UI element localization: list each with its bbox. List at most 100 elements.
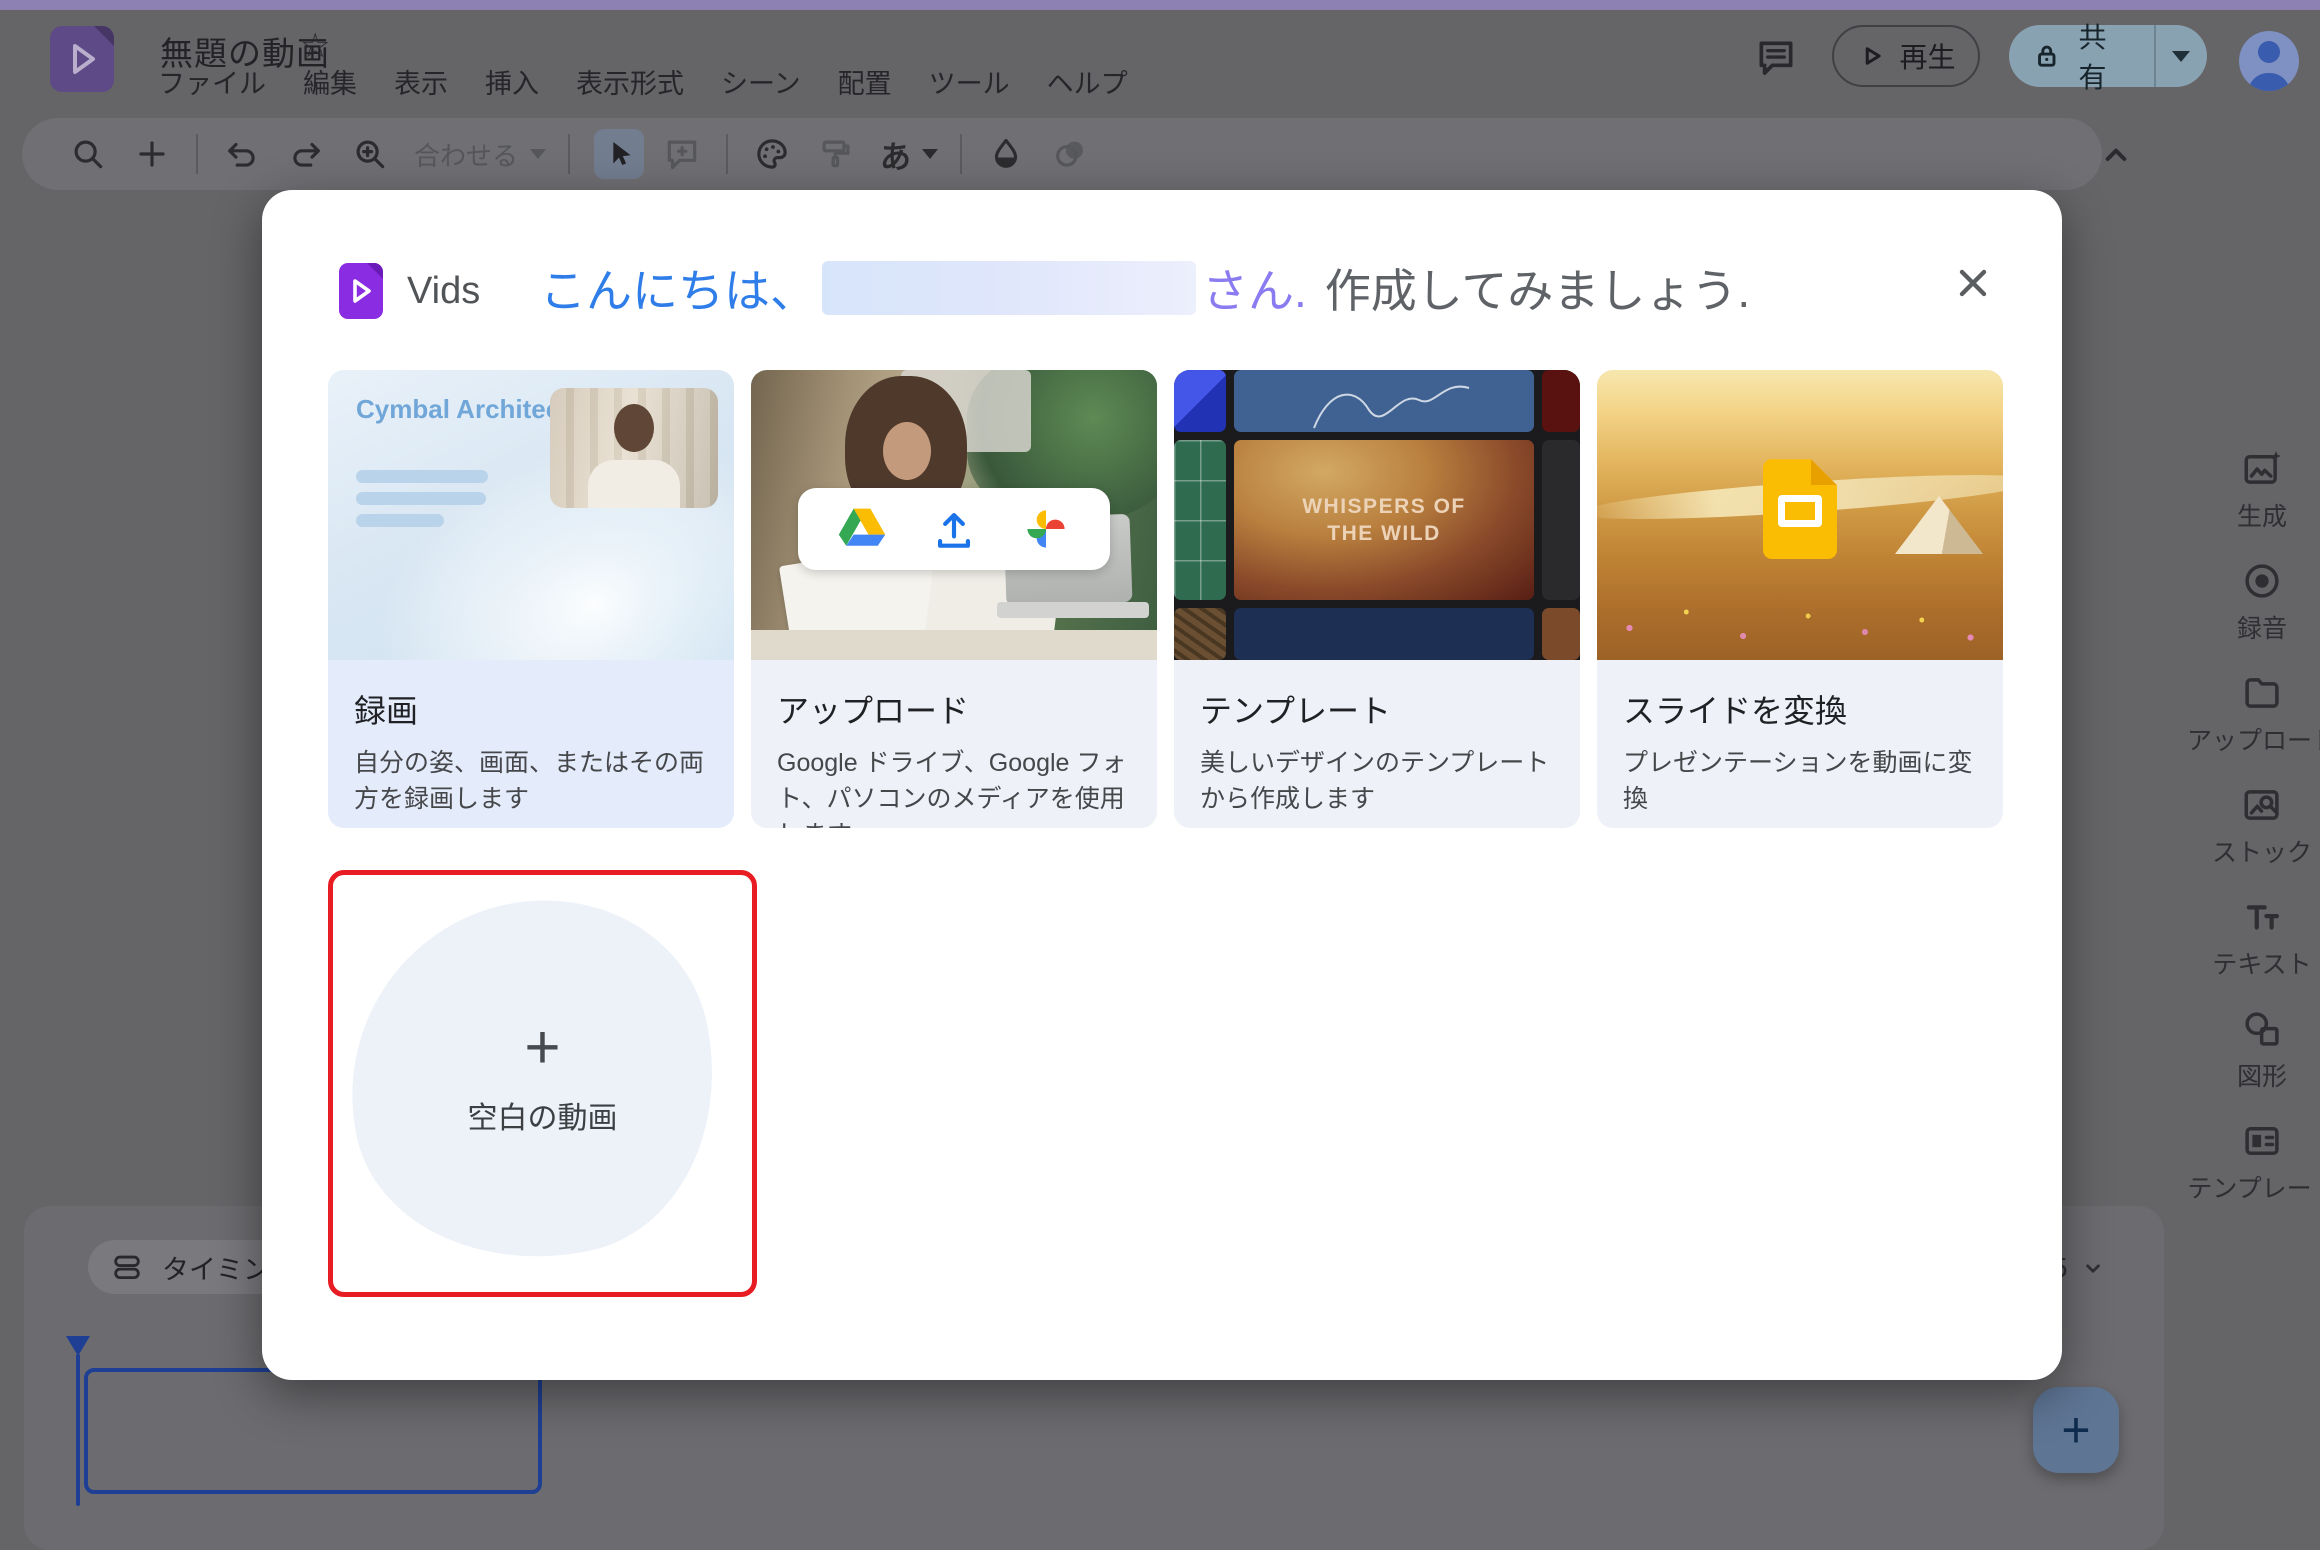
record-audio-icon (2241, 560, 2283, 602)
sidebar-item-upload[interactable]: アップロード (2180, 672, 2320, 784)
share-dropdown[interactable] (2156, 51, 2207, 62)
upload-folder-icon (2241, 672, 2283, 714)
generate-image-icon (2241, 448, 2283, 490)
blank-card-label: 空白の動画 (333, 1093, 752, 1137)
sidebar-item-stock[interactable]: ストック (2180, 784, 2320, 896)
close-icon (1951, 261, 1995, 305)
color-correction-icon[interactable] (986, 134, 1026, 174)
card-convert-slides[interactable]: スライドを変換 プレゼンテーションを動画に変換 (1597, 370, 2003, 828)
search-icon[interactable] (68, 134, 108, 174)
sidebar-item-shapes[interactable]: 図形 (2180, 1008, 2320, 1120)
window-accent-strip (0, 0, 2320, 10)
sidebar-item-text[interactable]: テキスト (2180, 896, 2320, 1008)
select-tool-button[interactable] (594, 129, 644, 179)
welcome-dialog: Vids こんにちは、 さん. 作成してみましょう. Cymbal Archit… (262, 190, 2062, 1380)
share-button[interactable]: 共有 (2009, 25, 2207, 87)
theme-palette-icon[interactable] (752, 134, 792, 174)
share-button-label: 共有 (2079, 16, 2134, 96)
caret-down-icon (530, 149, 546, 159)
menubar: ファイル 編集 表示 挿入 表示形式 シーン 配置 ツール ヘルプ (158, 62, 1128, 101)
dialog-brand-name: Vids (407, 270, 480, 313)
play-button[interactable]: 再生 (1832, 25, 1980, 87)
card-title: 録画 (354, 686, 708, 732)
google-drive-icon (836, 503, 888, 555)
text-icon (2241, 896, 2283, 938)
vids-dialog-logo-icon (339, 263, 383, 319)
playhead-icon[interactable] (66, 1336, 90, 1356)
stock-media-icon (2241, 784, 2283, 826)
toolbar-divider (960, 134, 962, 174)
sidebar-label: 図形 (2237, 1057, 2287, 1093)
template-card-art: WHISPERS OF THE WILD (1174, 370, 1580, 660)
blank-video-card[interactable]: + 空白の動画 (328, 870, 757, 1297)
chevron-down-icon (2080, 1255, 2106, 1281)
add-scene-icon[interactable] (132, 134, 172, 174)
play-icon (1856, 41, 1886, 71)
star-icon[interactable]: ☆ (300, 26, 330, 66)
timeline-scene-thumbnail[interactable] (84, 1368, 542, 1494)
card-title: アップロード (777, 686, 1131, 732)
sidebar-item-generate[interactable]: 生成 (2180, 448, 2320, 560)
slides-card-art (1597, 370, 2003, 660)
sidebar-label: テキスト (2212, 945, 2311, 981)
vids-app-logo-icon[interactable] (50, 26, 114, 92)
playhead-line (76, 1354, 80, 1506)
menu-edit[interactable]: 編集 (303, 62, 357, 101)
text-style-dropdown[interactable]: あ (880, 132, 938, 177)
template-art-preview: WHISPERS OF THE WILD (1234, 440, 1534, 600)
redo-icon[interactable] (286, 134, 326, 174)
zoom-in-icon[interactable] (350, 134, 390, 174)
add-comment-icon[interactable] (662, 134, 702, 174)
templates-icon (2241, 1120, 2283, 1162)
upload-card-art (751, 370, 1157, 660)
menu-format[interactable]: 表示形式 (576, 62, 684, 101)
sidebar-label: 録音 (2237, 609, 2287, 645)
record-art-webcam (550, 388, 718, 508)
upload-arrow-icon (928, 503, 980, 555)
avatar-person-body (2248, 73, 2290, 91)
template-art-title-line2: THE WILD (1327, 520, 1440, 547)
menu-scene[interactable]: シーン (721, 62, 801, 101)
dialog-close-button[interactable] (1950, 260, 1996, 306)
menu-insert[interactable]: 挿入 (485, 62, 539, 101)
account-avatar[interactable] (2239, 31, 2299, 91)
toolbar-divider (568, 134, 570, 174)
greeting-suffix: さん. (1202, 255, 1307, 321)
media-sidebar: 生成 録音 アップロード ストック テキスト 図形 テンプレート (2180, 448, 2320, 1232)
plus-icon: + (2061, 1401, 2090, 1459)
zoom-fit-label: 合わせる (414, 136, 518, 173)
timeline-rows-icon (110, 1250, 144, 1284)
card-title: テンプレート (1200, 686, 1554, 732)
sidebar-item-record-audio[interactable]: 録音 (2180, 560, 2320, 672)
card-description: 自分の姿、画面、またはその両方を録画します (354, 745, 708, 817)
cursor-icon (602, 137, 636, 171)
caret-down-icon (922, 149, 938, 159)
menu-view[interactable]: 表示 (394, 62, 448, 101)
menu-file[interactable]: ファイル (158, 62, 266, 101)
record-art-skeleton-lines (356, 470, 488, 536)
sidebar-item-templates[interactable]: テンプレート (2180, 1120, 2320, 1232)
plus-icon: + (333, 1017, 752, 1079)
text-style-label: あ (880, 132, 911, 177)
add-scene-fab[interactable]: + (2033, 1387, 2119, 1473)
play-button-label: 再生 (1899, 36, 1955, 76)
card-description: 美しいデザインのテンプレートから作成します (1200, 745, 1554, 817)
toolbar-divider (726, 134, 728, 174)
greeting-hello: こんにちは、 (540, 255, 816, 321)
undo-icon[interactable] (222, 134, 262, 174)
blend-icon[interactable] (1050, 134, 1090, 174)
toolbar: 合わせる あ (22, 118, 2102, 190)
menu-tools[interactable]: ツール (929, 62, 1010, 101)
paint-format-icon[interactable] (816, 134, 856, 174)
menu-arrange[interactable]: 配置 (838, 62, 892, 101)
greeting-name-redacted (822, 261, 1196, 315)
menu-help[interactable]: ヘルプ (1047, 62, 1128, 101)
toolbar-divider (196, 134, 198, 174)
card-template[interactable]: WHISPERS OF THE WILD テンプレート 美しいデザインのテンプレ… (1174, 370, 1580, 828)
card-upload[interactable]: アップロード Google ドライブ、Google フォト、パソコンのメディアを… (751, 370, 1157, 828)
comments-icon[interactable] (1754, 36, 1798, 80)
shapes-icon (2241, 1008, 2283, 1050)
card-record[interactable]: Cymbal Architecture 録画 自分の姿、画面、またはその両方を録… (328, 370, 734, 828)
toolbar-collapse-button[interactable] (2096, 134, 2136, 174)
zoom-fit-dropdown[interactable]: 合わせる (414, 136, 546, 173)
